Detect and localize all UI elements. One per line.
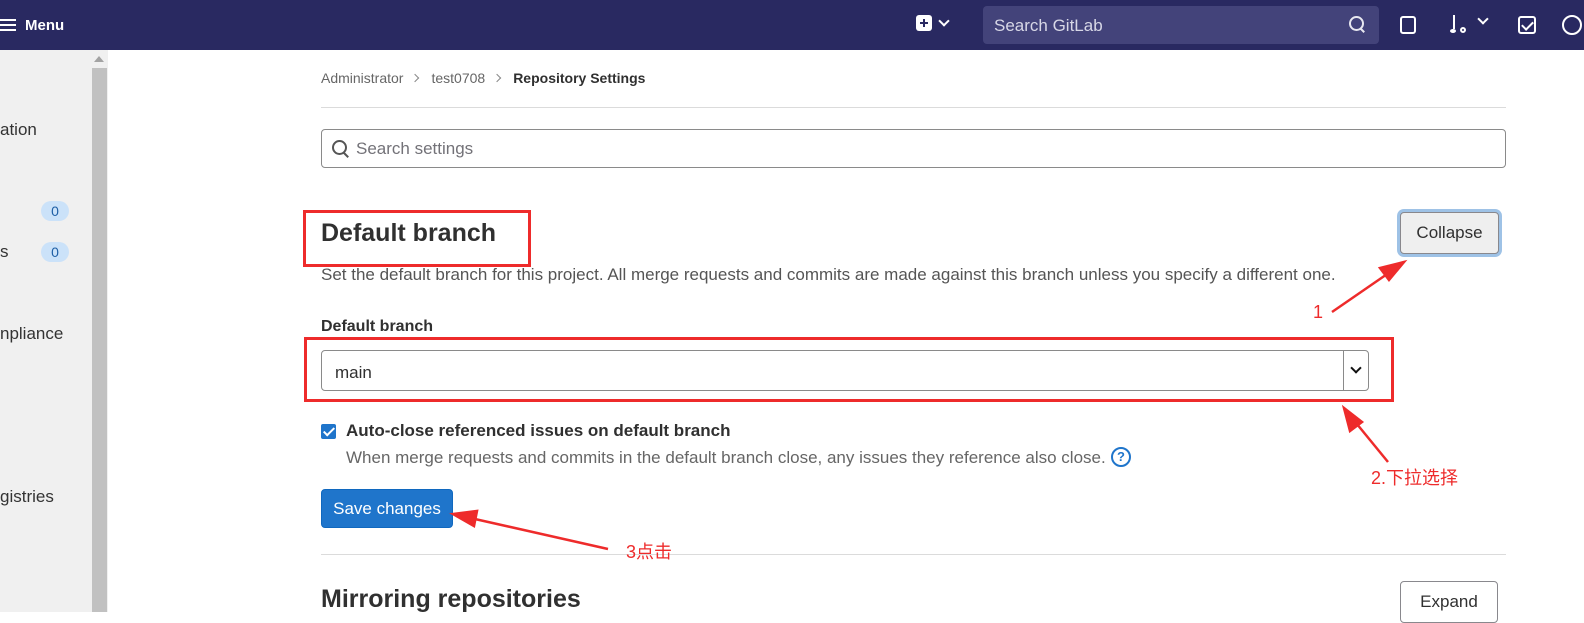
menu-label: Menu bbox=[25, 16, 65, 34]
settings-search-input[interactable] bbox=[356, 138, 1476, 160]
chevron-right-icon bbox=[492, 73, 502, 83]
hamburger-icon bbox=[0, 19, 16, 31]
sidebar-count-badge: 0 bbox=[41, 201, 69, 221]
chevron-down-icon[interactable] bbox=[1477, 13, 1489, 25]
default-branch-label: Default branch bbox=[321, 318, 434, 335]
plus-square-icon bbox=[916, 15, 932, 31]
sidebar-item-compliance[interactable]: npliance bbox=[0, 324, 63, 344]
collapse-button[interactable]: Collapse bbox=[1400, 212, 1499, 254]
scroll-up-arrow-icon[interactable] bbox=[94, 56, 104, 62]
annotation-arrowhead-1 bbox=[1377, 259, 1408, 283]
divider bbox=[321, 107, 1506, 108]
annotation-step-3: 3点击 bbox=[626, 542, 673, 562]
auto-close-help-text: When merge requests and commits in the d… bbox=[346, 448, 1106, 467]
annotation-arrows bbox=[449, 259, 1408, 551]
annotation-arrowhead-3 bbox=[449, 509, 479, 528]
annotation-box-select bbox=[304, 337, 1394, 402]
breadcrumb-current[interactable]: Repository Settings bbox=[513, 70, 645, 86]
expand-button[interactable]: Expand bbox=[1400, 581, 1498, 623]
sidebar-scrollbar-thumb[interactable] bbox=[92, 68, 107, 612]
annotation-arrow-1 bbox=[1331, 268, 1394, 314]
issues-icon[interactable] bbox=[1400, 16, 1416, 34]
sidebar-count-badge: 0 bbox=[41, 242, 69, 262]
section-title-mirroring: Mirroring repositories bbox=[321, 585, 581, 613]
save-changes-button[interactable]: Save changes bbox=[321, 489, 453, 528]
new-dropdown-button[interactable] bbox=[916, 15, 950, 31]
annotation-arrow-2 bbox=[1351, 417, 1389, 463]
annotation-step-2: 2.下拉选择 bbox=[1371, 468, 1459, 488]
section-description: Set the default branch for this project.… bbox=[321, 265, 1336, 284]
breadcrumb: Administrator test0708 Repository Settin… bbox=[321, 70, 645, 86]
sidebar-item-integration[interactable]: ation bbox=[0, 120, 37, 140]
sidebar-item-registries[interactable]: gistries bbox=[0, 487, 54, 507]
menu-button[interactable]: Menu bbox=[0, 14, 64, 36]
annotation-arrow-3 bbox=[465, 515, 609, 551]
todo-icon[interactable] bbox=[1518, 16, 1536, 34]
global-search-placeholder: Search GitLab bbox=[994, 16, 1103, 35]
chevron-down-icon bbox=[938, 15, 950, 27]
annotation-arrowhead-2 bbox=[1341, 404, 1365, 434]
search-icon bbox=[332, 140, 350, 158]
auto-close-checkbox[interactable] bbox=[321, 424, 336, 439]
merge-requests-icon[interactable] bbox=[1450, 15, 1470, 35]
search-icon bbox=[1349, 16, 1365, 32]
breadcrumb-item[interactable]: test0708 bbox=[431, 70, 485, 86]
breadcrumb-item[interactable]: Administrator bbox=[321, 70, 403, 86]
help-icon[interactable] bbox=[1562, 15, 1582, 35]
global-search-input[interactable]: Search GitLab bbox=[983, 6, 1379, 44]
auto-close-label[interactable]: Auto-close referenced issues on default … bbox=[346, 421, 730, 441]
annotation-box-title bbox=[303, 210, 531, 267]
sidebar-item-s[interactable]: s bbox=[0, 242, 9, 262]
top-navbar: Menu Search GitLab bbox=[0, 0, 1584, 50]
divider bbox=[321, 554, 1506, 555]
question-circle-icon[interactable]: ? bbox=[1111, 447, 1131, 467]
left-sidebar: ation 0 s 0 npliance gistries bbox=[0, 50, 108, 612]
annotation-step-1: 1 bbox=[1313, 302, 1324, 322]
settings-search-box[interactable] bbox=[321, 129, 1506, 168]
chevron-right-icon bbox=[411, 73, 420, 83]
